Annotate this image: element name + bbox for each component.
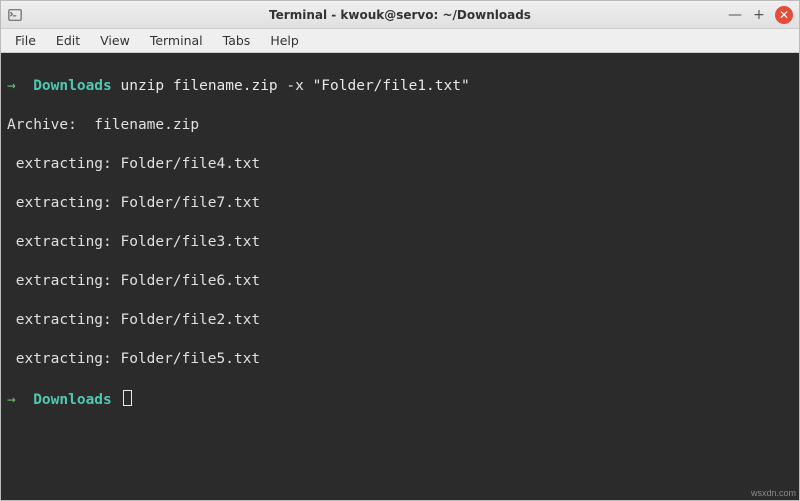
prompt-arrow-icon: → <box>7 392 16 408</box>
menu-tabs[interactable]: Tabs <box>213 30 261 51</box>
archive-line: Archive: filename.zip <box>7 116 793 136</box>
extract-line: extracting: Folder/file7.txt <box>7 194 793 214</box>
prompt-cwd: Downloads <box>33 392 112 408</box>
terminal-window: Terminal - kwouk@servo: ~/Downloads — + … <box>0 0 800 501</box>
titlebar[interactable]: Terminal - kwouk@servo: ~/Downloads — + … <box>1 1 799 29</box>
window-controls: — + ✕ <box>727 6 793 24</box>
menu-file[interactable]: File <box>5 30 46 51</box>
extract-line: extracting: Folder/file2.txt <box>7 311 793 331</box>
terminal-icon <box>7 7 23 23</box>
command-text: unzip filename.zip -x "Folder/file1.txt" <box>121 78 470 94</box>
menu-help[interactable]: Help <box>260 30 309 51</box>
extract-line: extracting: Folder/file5.txt <box>7 350 793 370</box>
extract-line: extracting: Folder/file6.txt <box>7 272 793 292</box>
menubar: File Edit View Terminal Tabs Help <box>1 29 799 53</box>
prompt-cwd: Downloads <box>33 78 112 94</box>
menu-terminal[interactable]: Terminal <box>140 30 213 51</box>
menu-edit[interactable]: Edit <box>46 30 90 51</box>
window-title: Terminal - kwouk@servo: ~/Downloads <box>1 8 799 22</box>
extract-line: extracting: Folder/file4.txt <box>7 155 793 175</box>
prompt-arrow-icon: → <box>7 78 16 94</box>
menu-view[interactable]: View <box>90 30 140 51</box>
maximize-button[interactable]: + <box>751 7 767 23</box>
terminal-output[interactable]: → Downloads unzip filename.zip -x "Folde… <box>1 53 799 500</box>
prompt-line-2: → Downloads <box>7 390 793 411</box>
close-button[interactable]: ✕ <box>775 6 793 24</box>
minimize-button[interactable]: — <box>727 7 743 23</box>
watermark: wsxdn.com <box>751 488 796 498</box>
cursor-icon <box>123 390 132 406</box>
prompt-line-1: → Downloads unzip filename.zip -x "Folde… <box>7 77 793 97</box>
extract-line: extracting: Folder/file3.txt <box>7 233 793 253</box>
